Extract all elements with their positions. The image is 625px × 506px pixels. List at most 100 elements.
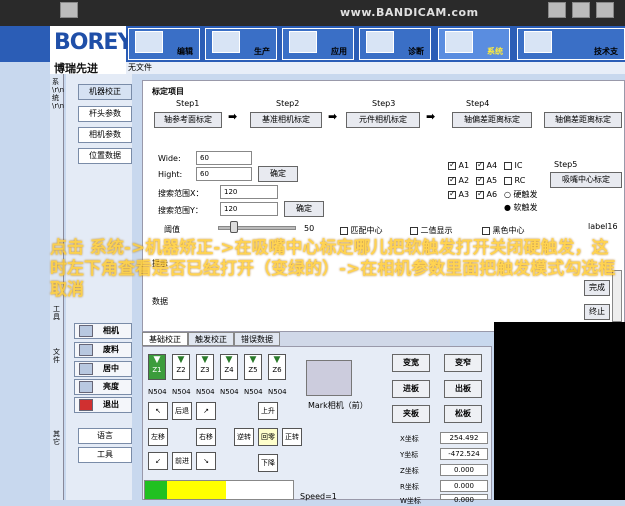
base-camera-calibration-button[interactable]: 基准相机标定 — [250, 112, 322, 128]
tab-other[interactable]: 其它 — [53, 430, 63, 446]
search-range-y-label: 搜索范围Y： — [158, 206, 203, 215]
move-down-right-button[interactable]: ↘ — [196, 452, 216, 470]
diagnose-icon — [366, 31, 394, 53]
center-button[interactable]: 居中 — [74, 361, 132, 377]
release-board-button[interactable]: 松板 — [444, 405, 482, 423]
nozzle-type: N504 — [244, 388, 263, 396]
waste-button[interactable]: 废料 — [74, 342, 132, 358]
board-out-button[interactable]: 出板 — [444, 380, 482, 398]
move-down-left-button[interactable]: ↙ — [148, 452, 168, 470]
move-right-button[interactable]: 右移 — [196, 428, 216, 446]
binary-display-checkbox[interactable]: 二值显示 — [410, 225, 453, 236]
hight-input[interactable]: 60 — [196, 167, 252, 181]
return-zero-button[interactable]: 回零 — [258, 428, 278, 446]
hard-trigger-radio[interactable]: ○ 硬触发 — [504, 189, 538, 200]
confirm-range-button[interactable]: 确定 — [284, 201, 324, 217]
rotate-cw-button[interactable]: 正转 — [282, 428, 302, 446]
nozzle-z2-button[interactable]: ▼ Z2 — [172, 354, 190, 380]
tab-system[interactable]: 系\r\n统\r\n — [52, 78, 64, 110]
head-params-button[interactable]: 杆头参数 — [78, 106, 132, 122]
nozzle-type: N504 — [220, 388, 239, 396]
tab-error-data[interactable]: 错误数据 — [234, 332, 280, 346]
toolbar-edit-button[interactable]: 编辑 — [128, 28, 200, 60]
move-up-left-button[interactable]: ↖ — [148, 402, 168, 420]
soft-trigger-radio[interactable]: ● 软触发 — [504, 202, 538, 213]
r-coord-label: R坐标 — [400, 483, 419, 491]
toolbar-application-button[interactable]: 应用 — [282, 28, 354, 60]
axis-a2-checkbox[interactable]: A2 — [448, 175, 469, 185]
mark-camera-icon — [306, 360, 352, 396]
axis-a5-checkbox[interactable]: A5 — [476, 175, 497, 185]
toolbar-system-button[interactable]: 系统 — [438, 28, 510, 60]
machine-calibration-button[interactable]: 机器校正 — [78, 84, 132, 100]
move-forward-button[interactable]: 前进 — [172, 452, 192, 470]
search-range-x-input[interactable]: 120 — [220, 185, 278, 199]
toolbar-production-button[interactable]: 生产 — [205, 28, 277, 60]
component-camera-calibration-button[interactable]: 元件相机标定 — [346, 112, 420, 128]
nozzle-z3-button[interactable]: ▼ Z3 — [196, 354, 214, 380]
camera-view — [494, 322, 625, 500]
tab-tools[interactable]: 工具 — [53, 305, 63, 321]
x-coord-label: X坐标 — [400, 435, 419, 443]
narrow-button[interactable]: 变窄 — [444, 354, 482, 372]
wide-input[interactable]: 60 — [196, 151, 252, 165]
language-button[interactable]: 语言 — [78, 428, 132, 444]
threshold-label: 阈值 — [164, 225, 180, 234]
axis-a6-checkbox[interactable]: A6 — [476, 189, 497, 199]
black-center-checkbox[interactable]: 黑色中心 — [482, 225, 525, 236]
search-range-y-input[interactable]: 120 — [220, 202, 278, 216]
threshold-value: 50 — [304, 224, 315, 233]
minimize-icon[interactable] — [548, 2, 566, 18]
tools-button[interactable]: 工具 — [78, 447, 132, 463]
file-label: 无文件 — [128, 63, 152, 72]
axis-offset-calibration-button[interactable]: 轴偏差距离标定 — [452, 112, 532, 128]
nozzle-type: N504 — [172, 388, 191, 396]
axis-ref-calibration-button[interactable]: 轴参考面标定 — [154, 112, 222, 128]
move-left-button[interactable]: 左移 — [148, 428, 168, 446]
tab-trigger-calibration[interactable]: 触发校正 — [188, 332, 234, 346]
close-icon[interactable] — [596, 2, 614, 18]
move-up-right-button[interactable]: ↗ — [196, 402, 216, 420]
ic-checkbox[interactable]: IC — [504, 161, 523, 170]
nozzle-type: N504 — [268, 388, 287, 396]
axis-a4-checkbox[interactable]: A4 — [476, 160, 497, 170]
camera-params-button[interactable]: 相机参数 — [78, 127, 132, 143]
z-coord-label: Z坐标 — [400, 467, 419, 475]
r-coord-value: 0.000 — [440, 480, 488, 492]
nozzle-z5-button[interactable]: ▼ Z5 — [244, 354, 262, 380]
confirm-size-button[interactable]: 确定 — [258, 166, 298, 182]
position-data-button[interactable]: 位置数据 — [78, 148, 132, 164]
axis-a3-checkbox[interactable]: A3 — [448, 189, 469, 199]
stop-button[interactable]: 终止 — [584, 304, 610, 320]
tab-files[interactable]: 文件 — [53, 348, 63, 364]
nozzle-z4-button[interactable]: ▼ Z4 — [220, 354, 238, 380]
brightness-button[interactable]: 亮度 — [74, 379, 132, 395]
nozzle-z1-button[interactable]: ▼ Z1 — [148, 354, 166, 380]
w-coord-value: 0.000 — [440, 494, 488, 504]
rc-checkbox[interactable]: RC — [504, 176, 525, 185]
widen-button[interactable]: 变宽 — [392, 354, 430, 372]
nozzle-icon: ▼ — [201, 355, 209, 365]
center-icon — [79, 363, 93, 375]
board-in-button[interactable]: 进板 — [392, 380, 430, 398]
axis-offset-calibration-button-2[interactable]: 轴偏差距离标定 — [544, 112, 622, 128]
toolbar-diagnose-button[interactable]: 诊断 — [359, 28, 431, 60]
axis-a1-checkbox[interactable]: A1 — [448, 160, 469, 170]
nozzle-icon: ▼ — [177, 355, 185, 365]
toolbar-support-button[interactable]: 技术支 — [517, 28, 625, 60]
move-back-button[interactable]: 后退 — [172, 402, 192, 420]
label16: label16 — [588, 222, 618, 231]
rotate-ccw-button[interactable]: 逆转 — [234, 428, 254, 446]
nozzle-center-calibration-button[interactable]: 吸嘴中心标定 — [550, 172, 622, 188]
nozzle-z6-button[interactable]: ▼ Z6 — [268, 354, 286, 380]
clamp-board-button[interactable]: 夹板 — [392, 405, 430, 423]
z-up-button[interactable]: 上升 — [258, 402, 278, 420]
exit-button[interactable]: 退出 — [74, 397, 132, 413]
edit-icon — [135, 31, 163, 53]
camera-button[interactable]: 相机 — [74, 323, 132, 339]
maximize-icon[interactable] — [572, 2, 590, 18]
threshold-slider-thumb[interactable] — [230, 221, 238, 233]
tab-basic-calibration[interactable]: 基础校正 — [142, 332, 188, 346]
match-center-checkbox[interactable]: 匹配中心 — [340, 225, 383, 236]
z-down-button[interactable]: 下降 — [258, 454, 278, 472]
